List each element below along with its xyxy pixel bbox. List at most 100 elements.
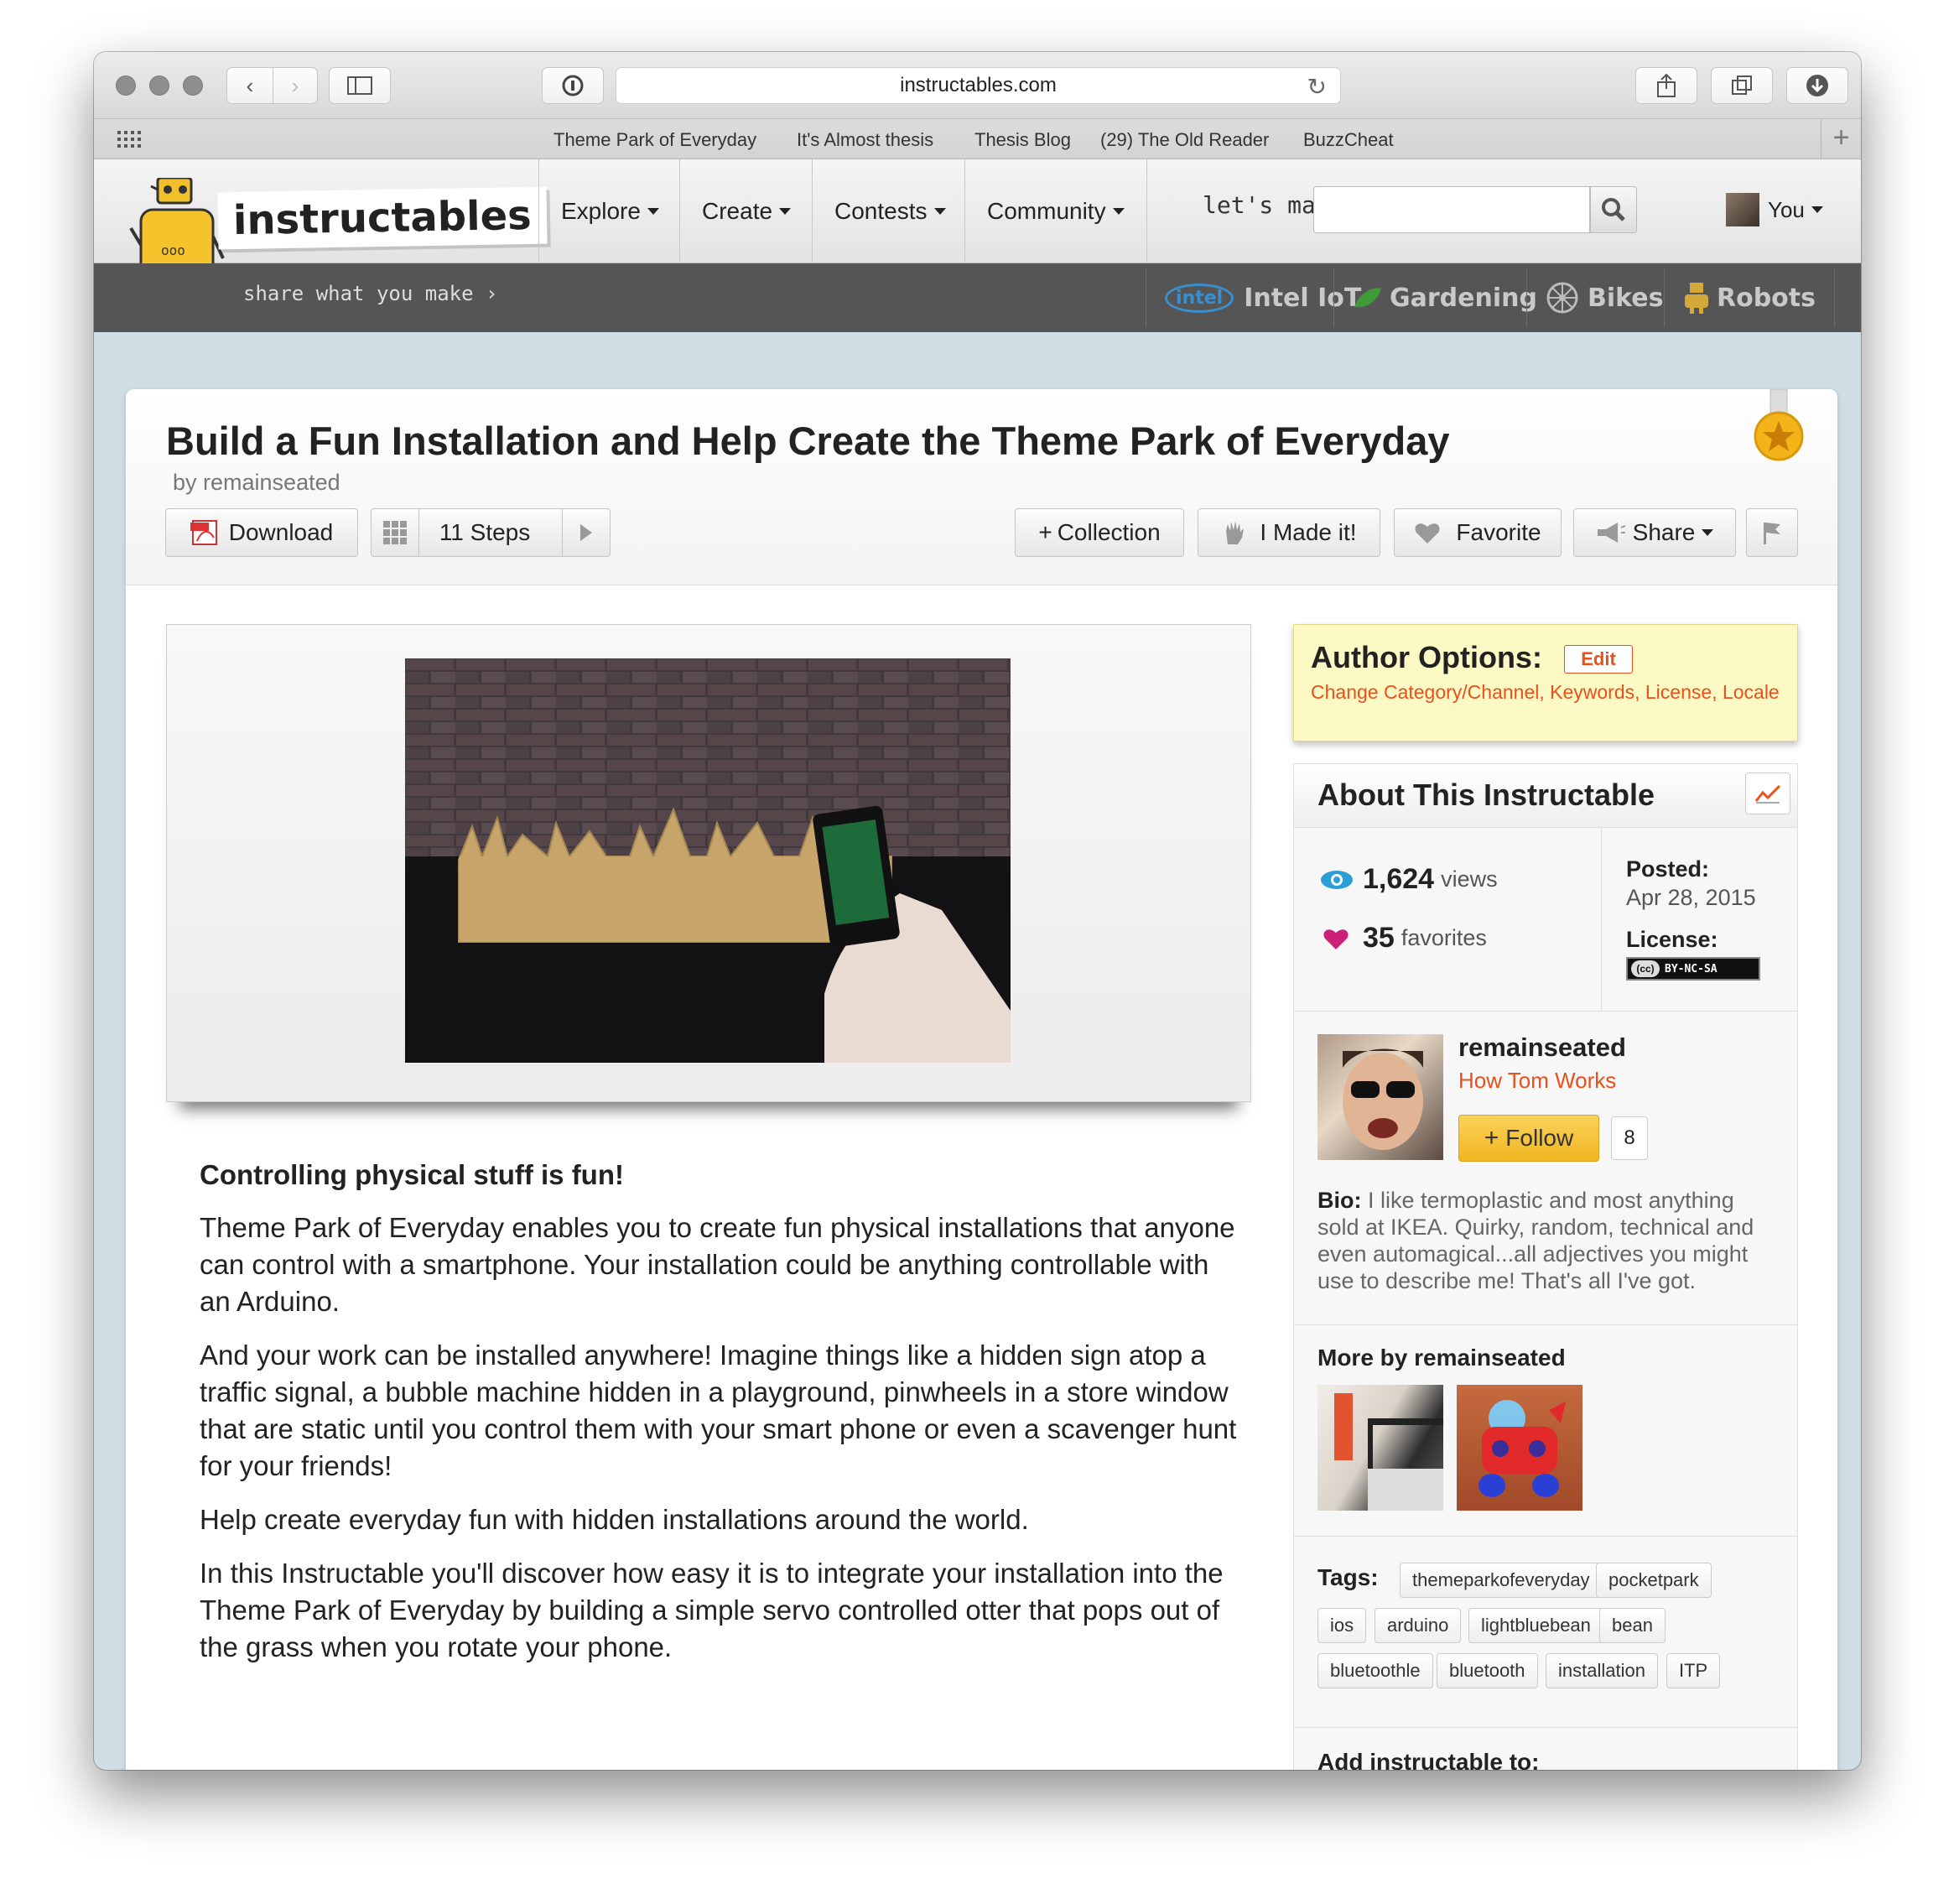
author-avatar[interactable]: [1317, 1034, 1443, 1160]
follower-count: 8: [1611, 1116, 1648, 1160]
downloads-button[interactable]: [1786, 67, 1848, 104]
tag-chip[interactable]: bluetooth: [1437, 1653, 1538, 1688]
favorites-stat: 35 favorites: [1323, 922, 1487, 955]
password-button[interactable]: [542, 67, 604, 104]
user-menu[interactable]: You: [1726, 193, 1823, 226]
share-label: Share: [1632, 519, 1696, 545]
grid-icon[interactable]: [117, 129, 143, 149]
author-links[interactable]: Change Category/Channel, Keywords, Licen…: [1311, 680, 1780, 704]
site-logo[interactable]: instructables: [217, 186, 548, 250]
favorites-count: 35: [1363, 922, 1395, 954]
author-website-link[interactable]: How Tom Works: [1458, 1068, 1616, 1094]
tabs-button[interactable]: [1711, 67, 1773, 104]
views-stat: 1,624 views: [1319, 863, 1498, 896]
zoom-window-button[interactable]: [183, 75, 203, 96]
share-icon: [1657, 73, 1676, 97]
bookmark-link[interactable]: Theme Park of Everyday: [553, 129, 756, 151]
tag-chip[interactable]: pocketpark: [1596, 1563, 1712, 1598]
edit-button[interactable]: Edit: [1564, 645, 1633, 674]
wheel-icon: [1546, 282, 1578, 314]
back-button[interactable]: ‹: [226, 67, 273, 104]
bookmarks-bar: Theme Park of Everyday It's Almost thesi…: [94, 119, 1861, 159]
add-to-collection-button[interactable]: + Collection: [1015, 508, 1184, 557]
bookmark-link[interactable]: It's Almost thesis: [797, 129, 933, 151]
download-button[interactable]: Download: [165, 508, 358, 557]
browser-window: ‹ › instructables.com ↻ Theme Park of Ev…: [94, 52, 1861, 1770]
chevron-right-icon: ›: [486, 282, 498, 305]
channel-bikes[interactable]: Bikes: [1526, 268, 1682, 327]
url-text: instructables.com: [900, 74, 1057, 96]
tag-chip[interactable]: ITP: [1666, 1653, 1721, 1688]
author-name[interactable]: remainseated: [1458, 1033, 1626, 1063]
nav-label: Contests: [834, 198, 928, 224]
stats-button[interactable]: [1745, 773, 1790, 814]
caret-down-icon: [933, 208, 946, 215]
channel-robots[interactable]: Robots: [1664, 268, 1835, 327]
divider: [1294, 1727, 1797, 1728]
channel-bar: share what you make › intel Intel IoT Ga…: [94, 263, 1861, 332]
nav-contests[interactable]: Contests: [812, 159, 968, 263]
byline[interactable]: by remainseated: [173, 470, 340, 496]
favorite-button[interactable]: Favorite: [1394, 508, 1562, 557]
related-thumbnail[interactable]: [1317, 1385, 1443, 1511]
sidebar-toggle-button[interactable]: [329, 67, 391, 104]
related-thumbnail[interactable]: [1457, 1385, 1582, 1511]
grid-view-icon: [372, 509, 419, 556]
flag-button[interactable]: [1746, 508, 1798, 557]
plus-icon: +: [1832, 122, 1850, 153]
author-options-title: Author Options:: [1311, 640, 1542, 674]
address-bar[interactable]: instructables.com ↻: [616, 67, 1341, 104]
share-browser-button[interactable]: [1635, 67, 1697, 104]
heart-icon: [1415, 523, 1440, 544]
tag-chip[interactable]: ios: [1317, 1608, 1367, 1643]
follow-label: Follow: [1505, 1125, 1574, 1151]
tag-chip[interactable]: bean: [1599, 1608, 1666, 1643]
paragraph: Help create everyday fun with hidden ins…: [200, 1504, 1029, 1535]
tagline[interactable]: share what you make ›: [243, 282, 497, 305]
i-made-it-button[interactable]: I Made it!: [1198, 508, 1380, 557]
main-photo[interactable]: [405, 658, 1011, 1063]
caret-down-icon: [647, 208, 659, 215]
more-by-title: More by remainseated: [1317, 1345, 1566, 1371]
chevron-left-icon: ‹: [246, 72, 254, 98]
tags-label: Tags:: [1317, 1564, 1379, 1590]
about-title: About This Instructable: [1317, 778, 1655, 812]
posted-label: Posted:: [1626, 856, 1710, 882]
follow-button[interactable]: + Follow: [1458, 1115, 1599, 1162]
bookmark-link[interactable]: Thesis Blog: [974, 129, 1071, 151]
new-tab-button[interactable]: +: [1821, 119, 1861, 159]
browser-toolbar: ‹ › instructables.com ↻: [94, 52, 1861, 119]
forward-button[interactable]: ›: [273, 67, 318, 104]
tag-chip[interactable]: lightbluebean: [1468, 1608, 1603, 1643]
nav-explore[interactable]: Explore: [538, 159, 681, 263]
nav-community[interactable]: Community: [964, 159, 1147, 263]
views-label: views: [1441, 866, 1498, 892]
reload-icon[interactable]: ↻: [1307, 73, 1327, 101]
cc-icon: (cc): [1631, 960, 1660, 977]
bookmark-link[interactable]: BuzzCheat: [1303, 129, 1394, 151]
caret-down-icon: [1702, 529, 1714, 536]
search-input[interactable]: [1313, 186, 1590, 233]
license-badge[interactable]: (cc) BY-NC-SA: [1626, 957, 1760, 981]
tag-chip[interactable]: bluetoothle: [1317, 1653, 1433, 1688]
bookmark-link[interactable]: (29) The Old Reader: [1100, 129, 1269, 151]
article-header: Build a Fun Installation and Help Create…: [126, 388, 1837, 585]
tabs-icon: [1732, 75, 1752, 95]
close-window-button[interactable]: [116, 75, 136, 96]
svg-text:ooo: ooo: [161, 242, 185, 258]
nav-create[interactable]: Create: [679, 159, 813, 263]
tag-chip[interactable]: installation: [1546, 1653, 1658, 1688]
thumbnail-bed-photo: [1334, 1393, 1443, 1511]
channel-gardening[interactable]: Gardening: [1333, 268, 1556, 327]
nav-label: Explore: [561, 198, 641, 224]
megaphone-icon: [1597, 523, 1626, 543]
tag-chip[interactable]: arduino: [1375, 1608, 1462, 1643]
author-photo: [1343, 1048, 1423, 1150]
play-icon[interactable]: [562, 509, 610, 556]
share-button[interactable]: Share: [1573, 508, 1736, 557]
minimize-window-button[interactable]: [149, 75, 169, 96]
tag-chip[interactable]: themeparkofeveryday: [1400, 1563, 1603, 1598]
search-button[interactable]: [1590, 186, 1637, 233]
tagline-text: share what you make: [243, 282, 474, 305]
steps-button[interactable]: 11 Steps: [371, 508, 611, 557]
